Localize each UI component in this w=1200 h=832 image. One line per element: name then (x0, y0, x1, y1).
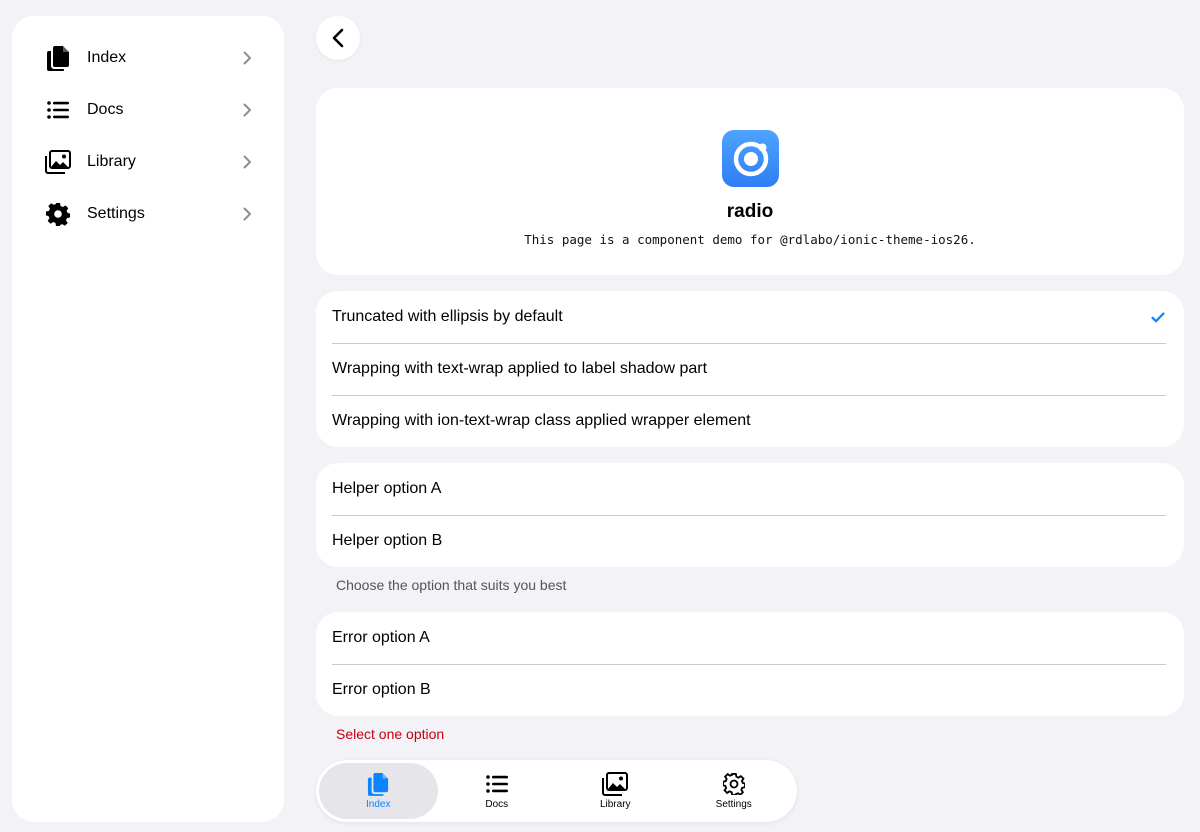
radio-option[interactable]: Truncated with ellipsis by default (316, 291, 1184, 343)
images-icon (45, 149, 71, 175)
tab-docs[interactable]: Docs (438, 763, 557, 819)
error-text: Select one option (336, 726, 445, 742)
sidebar-item-label: Docs (87, 101, 124, 118)
ionic-logo (722, 130, 779, 187)
radio-label: Wrapping with text-wrap applied to label… (332, 360, 708, 377)
sidebar-item-docs[interactable]: Docs (12, 84, 284, 136)
back-button[interactable] (316, 16, 360, 60)
page-title: radio (726, 201, 774, 222)
checkmark-icon (1150, 309, 1166, 325)
radio-label: Error option A (332, 629, 430, 646)
sidebar-item-settings[interactable]: Settings (12, 188, 284, 240)
helper-text: Choose the option that suits you best (336, 577, 567, 593)
chevron-right-icon (240, 103, 254, 117)
radio-option[interactable]: Helper option B (316, 515, 1184, 567)
sidebar-item-index[interactable]: Index (12, 32, 284, 84)
radio-option[interactable]: Wrapping with ion-text-wrap class applie… (316, 395, 1184, 447)
radio-label: Truncated with ellipsis by default (332, 308, 563, 325)
radio-group-error: Error option A Error option B (316, 612, 1184, 716)
radio-group-wrapping: Truncated with ellipsis by default Wrapp… (316, 291, 1184, 447)
images-icon (602, 772, 629, 796)
tab-label: Settings (715, 799, 752, 810)
radio-option[interactable]: Error option B (316, 664, 1184, 716)
chevron-right-icon (240, 207, 254, 221)
tab-label: Docs (485, 799, 509, 810)
tab-label: Index (366, 799, 391, 810)
sidebar-item-label: Library (87, 153, 136, 170)
radio-option[interactable]: Error option A (316, 612, 1184, 664)
page-header-card: radio This page is a component demo for … (316, 88, 1184, 275)
documents-icon (45, 45, 71, 71)
documents-icon (367, 772, 389, 796)
tab-library[interactable]: Library (556, 763, 675, 819)
page-description: This page is a component demo for @rdlab… (524, 232, 976, 247)
chevron-right-icon (240, 155, 254, 169)
sidebar-menu: Index Docs Library Settings (12, 16, 284, 822)
radio-label: Helper option B (332, 532, 443, 549)
tab-settings[interactable]: Settings (675, 763, 794, 819)
radio-label: Helper option A (332, 480, 442, 497)
gear-icon (45, 201, 71, 227)
radio-option[interactable]: Helper option A (316, 463, 1184, 515)
tab-bar: Index Docs Library Settings (316, 760, 797, 822)
sidebar-item-library[interactable]: Library (12, 136, 284, 188)
tab-index[interactable]: Index (319, 763, 438, 819)
tab-label: Library (599, 799, 631, 810)
sidebar-item-label: Index (87, 49, 127, 66)
radio-label: Error option B (332, 681, 431, 698)
radio-label: Wrapping with ion-text-wrap class applie… (332, 412, 751, 429)
list-icon (45, 97, 71, 123)
list-icon (485, 772, 508, 796)
radio-group-helper: Helper option A Helper option B (316, 463, 1184, 567)
gear-icon (722, 772, 745, 796)
chevron-left-icon (332, 28, 344, 48)
sidebar-item-label: Settings (87, 205, 145, 222)
radio-option[interactable]: Wrapping with text-wrap applied to label… (316, 343, 1184, 395)
chevron-right-icon (240, 51, 254, 65)
